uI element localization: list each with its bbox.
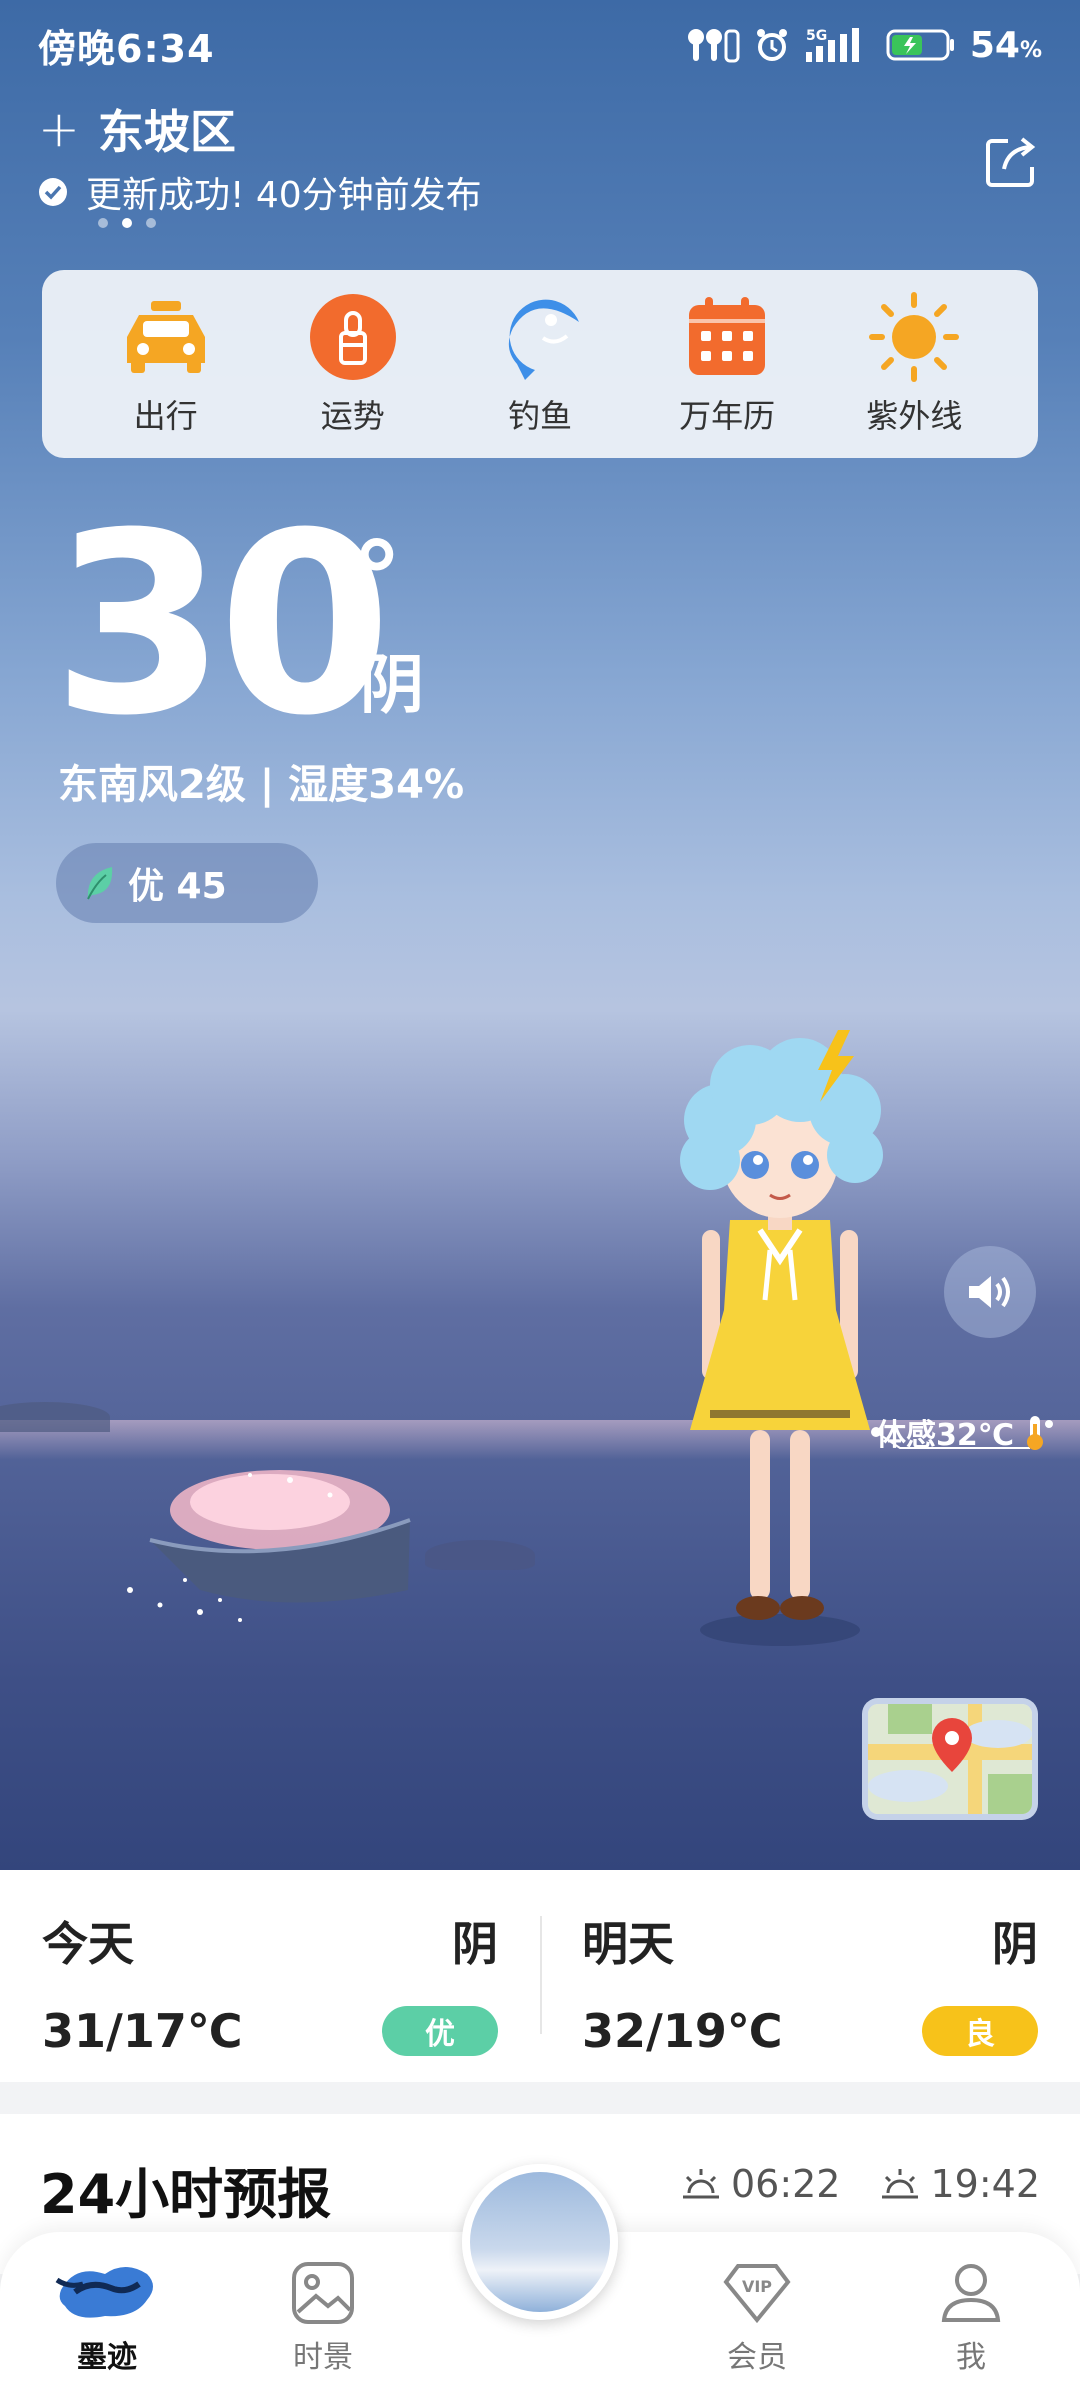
svg-text:VIP: VIP: [742, 2277, 772, 2296]
page-dot-active: [122, 218, 132, 228]
shortcut-label: 钓鱼: [507, 397, 572, 435]
day-temp-range: 31/17℃: [42, 2004, 243, 2058]
nav-label: 我: [956, 2340, 986, 2375]
nav-item-me[interactable]: 我: [906, 2260, 1036, 2376]
aqi-pill[interactable]: 优 45: [56, 843, 318, 923]
shortcut-fortune[interactable]: 运势: [283, 291, 423, 437]
water-rock: [425, 1540, 535, 1570]
taxi-icon: [126, 301, 205, 373]
location-header[interactable]: + 东坡区: [38, 96, 236, 162]
distant-island: [0, 1402, 110, 1432]
nav-item-scenery[interactable]: 时景: [258, 2260, 388, 2376]
day-temp-range: 32/19℃: [582, 2004, 783, 2058]
aqi-badge: 良: [922, 2006, 1038, 2056]
boat-illustration: [127, 1470, 411, 1622]
fish-icon: [508, 299, 579, 380]
update-text: 更新成功! 40分钟前发布: [86, 175, 482, 216]
shortcut-label: 运势: [320, 397, 385, 435]
shortcut-travel[interactable]: 出行: [96, 291, 236, 437]
image-icon: [292, 2262, 354, 2324]
sunset-time: 19:42: [930, 2162, 1040, 2206]
nav-label: 墨迹: [77, 2340, 137, 2375]
nav-label: 时景: [293, 2340, 353, 2375]
fortune-icon: [309, 294, 396, 380]
feels-like-text: 体感32℃: [876, 1418, 1015, 1453]
today-card[interactable]: 今天 阴 31/17℃ 优: [0, 1870, 540, 2082]
shortcut-bar: 出行 运势 钓鱼 万年历 紫外线: [42, 270, 1038, 458]
page-dot: [98, 218, 108, 228]
location-name[interactable]: 东坡区: [98, 96, 236, 162]
thermometer-icon: [1027, 1416, 1054, 1450]
day-name: 明天: [582, 1917, 674, 1971]
add-city-icon[interactable]: +: [38, 104, 80, 154]
alarm-icon: [756, 29, 787, 61]
sun-times: 06:22 19:42: [681, 2162, 1040, 2206]
shortcut-uv[interactable]: 紫外线: [844, 291, 984, 437]
nav-label: 会员: [727, 2340, 787, 2375]
current-temperature-block: 30 ° 阴: [52, 479, 424, 770]
sunrise-icon: [682, 2169, 719, 2199]
center-weather-orb-button[interactable]: [462, 2164, 618, 2320]
battery-percent: 54%: [969, 24, 1042, 66]
current-condition: 阴: [360, 649, 424, 723]
status-icons: 5G 54%: [684, 25, 1042, 66]
status-time: 傍晚6:34: [38, 26, 215, 71]
sunrise: 06:22: [681, 2162, 841, 2206]
aqi-badge: 优: [382, 2006, 498, 2056]
leaf-icon: [87, 867, 113, 900]
nav-item-moji[interactable]: 墨迹: [42, 2260, 172, 2376]
radar-map-button[interactable]: [862, 1698, 1038, 1820]
shortcut-label: 出行: [133, 397, 198, 435]
shortcut-label: 紫外线: [866, 397, 963, 435]
shortcut-fishing[interactable]: 钓鱼: [470, 291, 610, 437]
feels-like: 体感32℃: [876, 1410, 1056, 1454]
sunset: 19:42: [880, 2162, 1040, 2206]
daily-summary: 今天 阴 31/17℃ 优 明天 阴 32/19℃ 良: [0, 1870, 1080, 2082]
speaker-icon: [969, 1276, 1010, 1308]
degree-symbol: °: [352, 520, 402, 637]
page-dot: [146, 218, 156, 228]
nav-item-vip[interactable]: VIP 会员: [692, 2260, 822, 2376]
earbuds-icon: [687, 29, 740, 63]
day-condition: 阴: [992, 1917, 1038, 1971]
voice-broadcast-button[interactable]: [944, 1246, 1036, 1338]
day-name: 今天: [42, 1917, 134, 1971]
vip-icon: VIP: [723, 2264, 791, 2324]
day-condition: 阴: [452, 1917, 498, 1971]
aqi-value: 优 45: [128, 866, 227, 907]
user-icon: [941, 2264, 1001, 2322]
battery-icon: [886, 29, 954, 61]
shortcut-calendar[interactable]: 万年历: [657, 291, 797, 437]
sunset-icon: [882, 2169, 919, 2199]
svg-text:5G: 5G: [806, 28, 827, 44]
moji-logo-icon: [55, 2267, 153, 2318]
map-pin-icon: [868, 1704, 1032, 1814]
update-status: 更新成功! 40分钟前发布: [38, 166, 482, 218]
weather-character[interactable]: [640, 1010, 920, 1650]
calendar-icon: [689, 297, 766, 375]
signal-icon: 5G: [805, 28, 859, 62]
shortcut-label: 万年历: [679, 397, 776, 435]
share-icon[interactable]: [982, 133, 1040, 191]
sunrise-time: 06:22: [730, 2162, 841, 2206]
sun-icon: [869, 292, 960, 382]
page-indicator: [98, 218, 156, 228]
status-bar: 傍晚6:34 5G 54%: [0, 0, 1080, 90]
hourly-forecast-title: 24小时预报: [40, 2163, 332, 2226]
check-circle-icon: [39, 178, 67, 206]
current-temperature: 30: [52, 479, 392, 770]
wind-humidity: 东南风2级 | 湿度34%: [58, 762, 465, 808]
tomorrow-card[interactable]: 明天 阴 32/19℃ 良: [540, 1870, 1080, 2082]
